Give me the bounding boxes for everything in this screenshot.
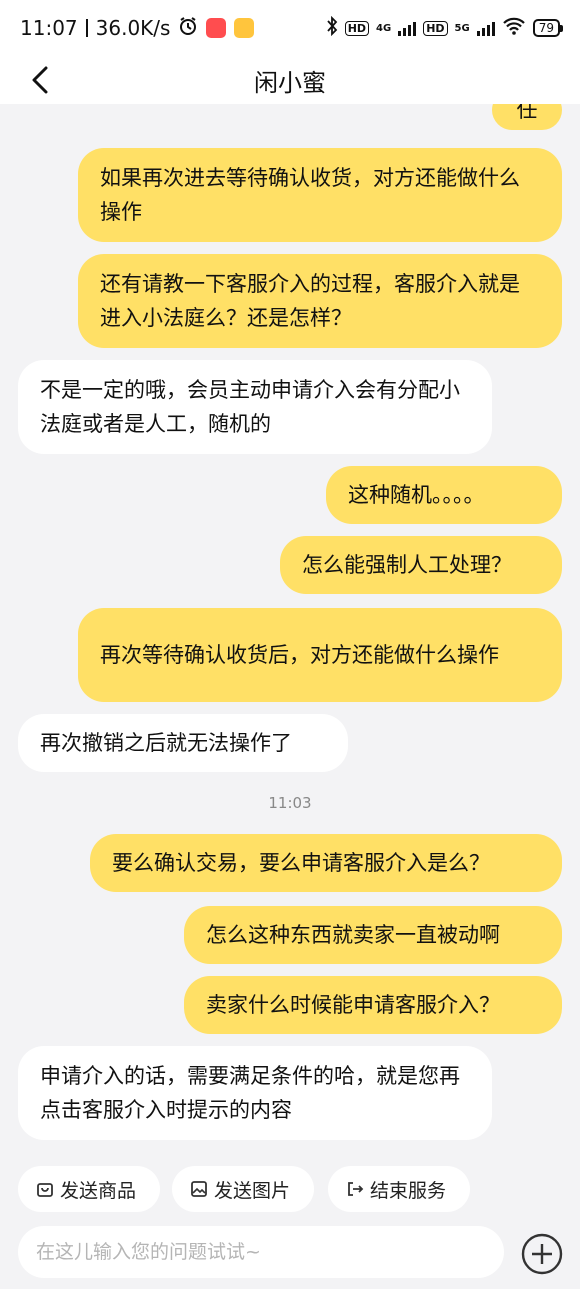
nav-bar: 闲小蜜 <box>0 56 580 104</box>
message-text: 不是一定的哦，会员主动申请介入会有分配小法庭或者是人工，随机的 <box>40 378 460 436</box>
message-bubble-outgoing: 这种随机。。。。 <box>326 466 562 524</box>
status-divider <box>85 19 88 37</box>
status-time: 11:07 <box>20 16 78 40</box>
app-notification-icon <box>206 18 227 38</box>
more-options-button[interactable] <box>520 1232 564 1276</box>
bluetooth-icon <box>326 15 338 41</box>
app-notification-icon-2 <box>234 18 255 38</box>
message-bubble-incoming: 申请介入的话，需要满足条件的哈，就是您再点击客服介入时提示的内容 <box>18 1046 492 1140</box>
message-timestamp: 11:03 <box>268 794 312 812</box>
message-bubble-outgoing: 还有请教一下客服介入的过程，客服介入就是进入小法庭么？还是怎样？ <box>78 254 562 348</box>
message-text: 任 <box>516 104 538 122</box>
alarm-icon <box>178 16 198 41</box>
hd-badge: HD <box>344 20 370 36</box>
chevron-left-icon <box>32 66 48 94</box>
message-text: 怎么能强制人工处理？ <box>302 553 512 577</box>
network-type-label: 4G <box>376 22 392 34</box>
message-text: 如果再次进去等待确认收货，对方还能做什么操作 <box>100 166 520 224</box>
message-bubble-incoming: 再次撤销之后就无法操作了 <box>18 714 348 772</box>
input-bar <box>0 1222 580 1282</box>
send-goods-button[interactable]: 发送商品 <box>18 1166 160 1212</box>
network-type-label-2: 5G <box>454 22 470 34</box>
message-bubble-outgoing: 怎么这种东西就卖家一直被动啊 <box>184 906 562 964</box>
page-title: 闲小蜜 <box>254 68 326 97</box>
message-text: 再次等待确认收货后，对方还能做什么操作 <box>100 643 499 667</box>
send-image-label: 发送图片 <box>214 1179 291 1202</box>
signal-icon <box>398 20 417 36</box>
end-service-button[interactable]: 结束服务 <box>328 1166 470 1212</box>
message-bubble-outgoing: 要么确认交易，要么申请客服介入是么？ <box>90 834 562 892</box>
status-right: HD 4G HD 5G 79 <box>326 15 564 41</box>
end-service-label: 结束服务 <box>370 1179 447 1202</box>
message-text: 这种随机。。。。 <box>348 483 485 507</box>
message-bubble-outgoing: 再次等待确认收货后，对方还能做什么操作 <box>78 608 562 702</box>
message-bubble-outgoing: 卖家什么时候能申请客服介入？ <box>184 976 562 1034</box>
status-left: 11:07 36.0K/s <box>20 16 255 41</box>
battery-indicator: 79 <box>532 19 564 37</box>
back-button[interactable] <box>22 62 58 98</box>
message-text: 怎么这种东西就卖家一直被动啊 <box>206 923 500 947</box>
image-icon <box>191 1181 207 1197</box>
message-bubble-outgoing: 如果再次进去等待确认收货，对方还能做什么操作 <box>78 148 562 242</box>
status-bar: 11:07 36.0K/s HD 4G HD 5G 79 <box>0 0 580 56</box>
message-text: 再次撤销之后就无法操作了 <box>40 731 292 755</box>
send-image-button[interactable]: 发送图片 <box>172 1166 314 1212</box>
quick-actions: 发送商品 发送图片 结束服务 <box>0 1164 580 1216</box>
message-bubble-outgoing: 任 <box>492 104 562 130</box>
message-text: 申请介入的话，需要满足条件的哈，就是您再点击客服介入时提示的内容 <box>40 1064 460 1122</box>
message-bubble-incoming: 不是一定的哦，会员主动申请介入会有分配小法庭或者是人工，随机的 <box>18 360 492 454</box>
message-text: 要么确认交易，要么申请客服介入是么？ <box>112 851 490 875</box>
hd-badge-2: HD <box>423 20 448 36</box>
message-text: 还有请教一下客服介入的过程，客服介入就是进入小法庭么？还是怎样？ <box>100 272 520 330</box>
signal-icon-2 <box>476 20 495 36</box>
exit-icon <box>348 1182 364 1196</box>
message-bubble-outgoing: 怎么能强制人工处理？ <box>280 536 562 594</box>
message-text: 卖家什么时候能申请客服介入？ <box>206 993 500 1017</box>
network-speed: 36.0K/s <box>95 16 171 40</box>
shopping-bag-icon <box>37 1183 53 1197</box>
message-input[interactable] <box>18 1226 504 1278</box>
wifi-icon <box>502 16 526 40</box>
send-goods-label: 发送商品 <box>60 1179 137 1202</box>
plus-circle-icon <box>521 1233 563 1275</box>
chat-message-list[interactable]: 任 如果再次进去等待确认收货，对方还能做什么操作 还有请教一下客服介入的过程，客… <box>0 104 580 1154</box>
